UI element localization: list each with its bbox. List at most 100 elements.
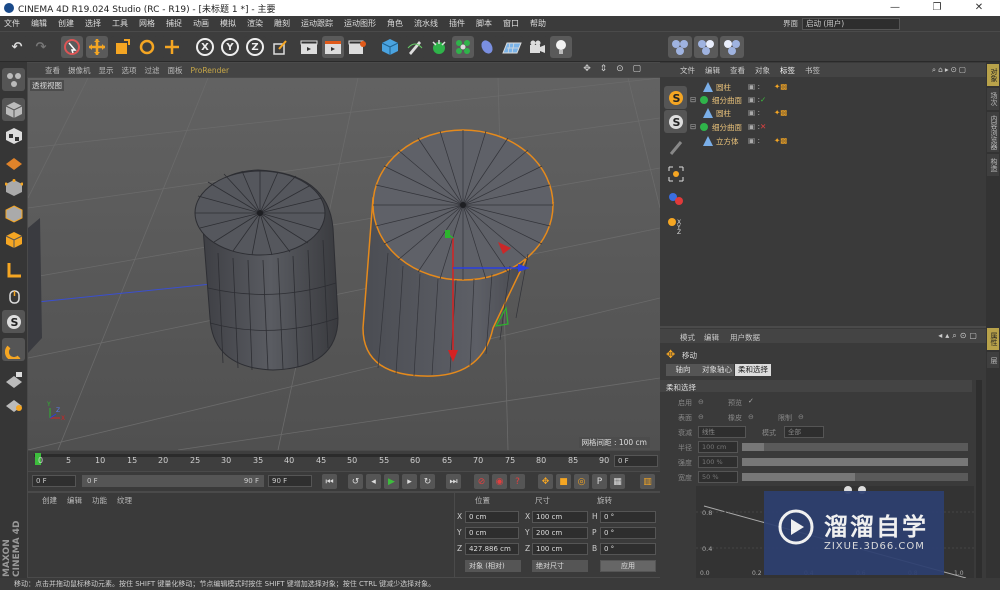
size-z-field[interactable]: 100 cm xyxy=(532,543,588,555)
obj-target-button[interactable] xyxy=(664,162,687,185)
size-mode-dropdown[interactable]: 绝对尺寸 xyxy=(532,560,588,572)
workplane-mode-button[interactable] xyxy=(2,150,25,173)
object-row-cylinder-2[interactable]: 圆柱 ▣ : ✦▩ xyxy=(690,107,980,120)
visibility-toggle[interactable]: ▣ : xyxy=(748,82,760,91)
model-mode-button[interactable] xyxy=(2,98,25,121)
rot-b-field[interactable]: 0 ° xyxy=(600,543,656,555)
frame-range-slider[interactable]: 0 F 90 F xyxy=(82,475,264,487)
radius-slider[interactable] xyxy=(742,443,968,451)
recent-tool-button[interactable] xyxy=(161,36,183,58)
display-mode-button-3[interactable] xyxy=(720,36,744,58)
menu-create[interactable]: 创建 xyxy=(58,18,74,29)
menu-plugins[interactable]: 插件 xyxy=(449,18,465,29)
visibility-toggle[interactable]: ▣ : xyxy=(748,95,760,104)
rot-h-field[interactable]: 0 ° xyxy=(600,511,656,523)
go-to-start-button[interactable]: ⏮ xyxy=(322,474,337,489)
obj-menu-bookmarks[interactable]: 书签 xyxy=(805,65,820,76)
texture-mode-button[interactable] xyxy=(2,124,25,147)
spline-pen-button[interactable] xyxy=(404,36,426,58)
key-position-button[interactable]: ✥ xyxy=(538,474,553,489)
strength-field[interactable]: 100 % xyxy=(698,456,738,468)
tab-takes[interactable]: 场次 xyxy=(987,88,999,110)
enabled-check-icon[interactable]: ✓ xyxy=(760,95,766,104)
go-to-end-button[interactable]: ⏭ xyxy=(446,474,461,489)
maximize-button[interactable]: ❐ xyxy=(922,0,952,16)
viewport-menu-cameras[interactable]: 摄像机 xyxy=(68,65,91,76)
obj-paint-button[interactable] xyxy=(664,136,687,159)
undo-button[interactable]: ↶ xyxy=(6,36,28,58)
strength-slider[interactable] xyxy=(742,458,968,466)
viewport-menu-prorender[interactable]: ProRender xyxy=(191,66,230,75)
tab-attributes[interactable]: 属性 xyxy=(987,328,999,350)
key-pla-button[interactable]: ▦ xyxy=(610,474,625,489)
surface-checkbox[interactable]: ⊖ xyxy=(698,413,704,421)
material-menu-function[interactable]: 功能 xyxy=(92,495,107,506)
menu-render[interactable]: 渲染 xyxy=(247,18,263,29)
rotate-tool-button[interactable] xyxy=(136,36,158,58)
restrict-checkbox[interactable]: ⊖ xyxy=(798,413,804,421)
autokey-button[interactable]: ◉ xyxy=(492,474,507,489)
object-row-subdivision-2[interactable]: ⊟ 细分曲面 ▣ : ✕ xyxy=(690,121,980,134)
expand-toggle[interactable]: ⊟ xyxy=(690,95,696,104)
apply-button[interactable]: 应用 xyxy=(600,560,656,572)
menu-mesh[interactable]: 网格 xyxy=(139,18,155,29)
obj-menu-objects[interactable]: 对象 xyxy=(755,65,770,76)
pos-x-field[interactable]: 0 cm xyxy=(465,511,519,523)
magnet-button[interactable] xyxy=(2,338,25,361)
move-tool-button[interactable] xyxy=(86,36,108,58)
coordinate-system-button[interactable] xyxy=(269,36,291,58)
deformer-button[interactable] xyxy=(476,36,498,58)
x-axis-button[interactable]: X xyxy=(194,36,216,58)
display-mode-button-2[interactable] xyxy=(694,36,718,58)
key-rotation-button[interactable]: ◎ xyxy=(574,474,589,489)
menu-character[interactable]: 角色 xyxy=(387,18,403,29)
timeline-window-button[interactable]: ▥ xyxy=(640,474,655,489)
cloner-button[interactable] xyxy=(452,36,474,58)
attr-nav-icons[interactable]: ◂▴⌕⊙▢ xyxy=(938,331,980,341)
rot-p-field[interactable]: 0 ° xyxy=(600,527,656,539)
obj-spheres-button[interactable] xyxy=(664,188,687,211)
key-parameter-button[interactable]: P xyxy=(592,474,607,489)
menu-script[interactable]: 脚本 xyxy=(476,18,492,29)
workplane-axis-button[interactable] xyxy=(2,392,25,415)
obj-menu-file[interactable]: 文件 xyxy=(680,65,695,76)
points-mode-button[interactable] xyxy=(2,176,25,199)
viewport-menu-panel[interactable]: 面板 xyxy=(168,65,183,76)
expand-toggle[interactable]: ⊟ xyxy=(690,122,696,131)
render-settings-button[interactable] xyxy=(346,36,368,58)
polygons-mode-button[interactable] xyxy=(2,228,25,251)
pos-y-field[interactable]: 0 cm xyxy=(465,527,519,539)
viewport-menu-view[interactable]: 查看 xyxy=(45,65,60,76)
snap-button[interactable]: S xyxy=(2,310,25,333)
disabled-cross-icon[interactable]: ✕ xyxy=(760,122,766,131)
scale-tool-button[interactable] xyxy=(111,36,133,58)
menu-animate[interactable]: 动画 xyxy=(193,18,209,29)
tab-axis[interactable]: 轴向 xyxy=(666,364,700,376)
menu-help[interactable]: 帮助 xyxy=(530,18,546,29)
floor-button[interactable] xyxy=(501,36,523,58)
previous-frame-button[interactable]: ◂ xyxy=(366,474,381,489)
visibility-toggle[interactable]: ▣ : xyxy=(748,108,760,117)
attr-menu-userdata[interactable]: 用户数据 xyxy=(730,332,760,343)
tab-structure[interactable]: 构造 xyxy=(987,154,999,176)
menu-mograph[interactable]: 运动图形 xyxy=(344,18,376,29)
live-selection-button[interactable] xyxy=(61,36,83,58)
menu-snap[interactable]: 捕捉 xyxy=(166,18,182,29)
menu-tools[interactable]: 工具 xyxy=(112,18,128,29)
tab-objects[interactable]: 对象 xyxy=(987,64,999,86)
size-x-field[interactable]: 100 cm xyxy=(532,511,588,523)
viewport-menu-filter[interactable]: 过滤 xyxy=(145,65,160,76)
obj-search-icons[interactable]: ⌕⌂▸⊙▢ xyxy=(932,65,968,75)
next-frame-button[interactable]: ▸ xyxy=(402,474,417,489)
material-menu-create[interactable]: 创建 xyxy=(42,495,57,506)
coordinate-mode-dropdown[interactable]: 对象 (相对) xyxy=(465,560,521,572)
cube-primitive-button[interactable] xyxy=(379,36,401,58)
keyframe-selection-button[interactable]: ? xyxy=(510,474,525,489)
enable-axis-button[interactable] xyxy=(2,258,25,281)
next-key-button[interactable]: ↻ xyxy=(420,474,435,489)
render-picture-viewer-button[interactable] xyxy=(322,36,344,58)
start-frame-field[interactable]: 0 F xyxy=(32,475,76,487)
viewport-navigation-icons[interactable]: ✥ ⇕ ⊙ ▢ xyxy=(583,64,644,74)
preview-checkbox[interactable]: ✓ xyxy=(748,397,754,405)
obj-menu-tags[interactable]: 标签 xyxy=(780,65,795,76)
